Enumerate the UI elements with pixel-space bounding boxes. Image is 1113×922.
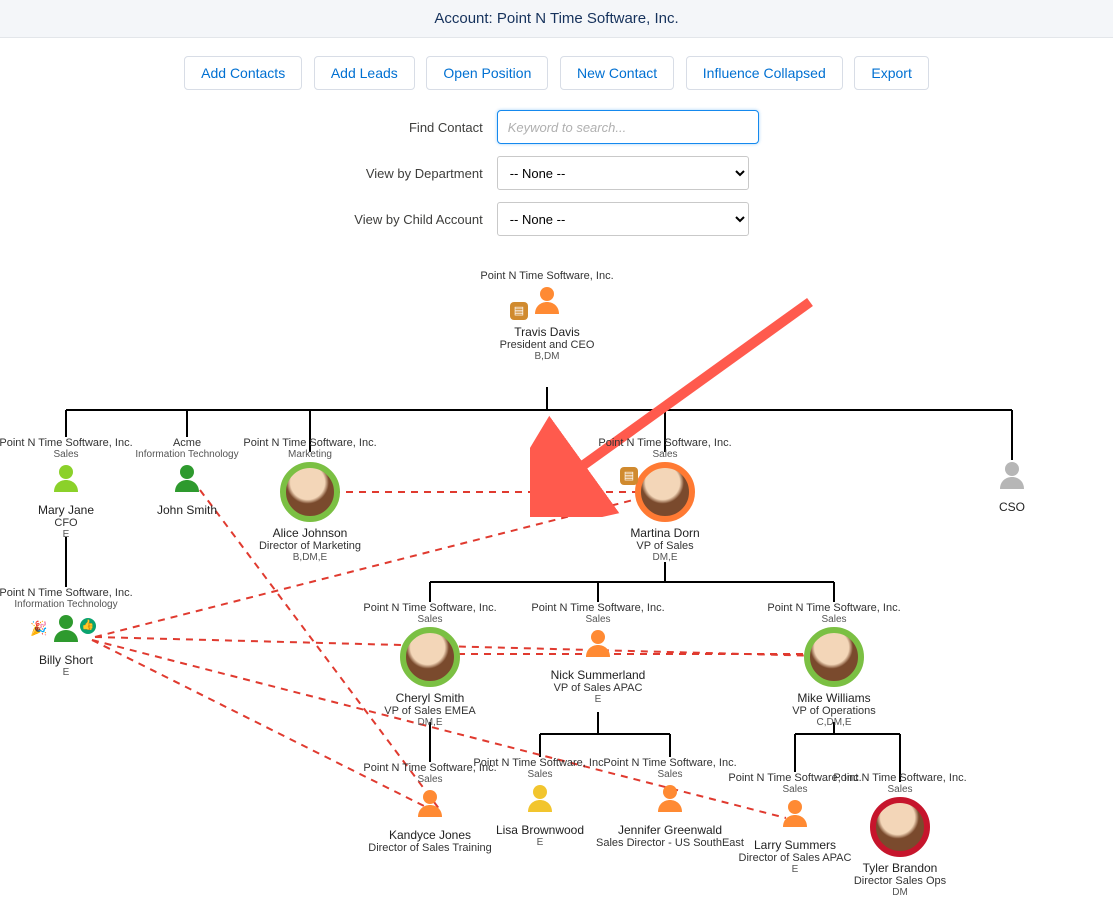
node-title: VP of Operations <box>759 705 909 717</box>
node-company: Point N Time Software, Inc. <box>0 587 141 599</box>
node-title: Director of Marketing <box>235 540 385 552</box>
node-billy-short[interactable]: Point N Time Software, Inc. Information … <box>0 587 141 678</box>
node-dept: Sales <box>465 769 615 780</box>
node-name: Cheryl Smith <box>355 691 505 705</box>
node-tags: DM <box>825 887 975 898</box>
node-tags: DM,E <box>355 717 505 728</box>
node-travis-davis[interactable]: Point N Time Software, Inc. ▤ Travis Dav… <box>472 270 622 362</box>
view-by-department-label: View by Department <box>354 150 496 196</box>
person-icon <box>50 612 82 644</box>
node-dept: Marketing <box>235 449 385 460</box>
node-name: Nick Summerland <box>523 668 673 682</box>
clipboard-icon: ▤ <box>510 302 528 320</box>
person-icon <box>414 787 446 819</box>
node-company: Point N Time Software, Inc. <box>825 772 975 784</box>
node-cheryl-smith[interactable]: Point N Time Software, Inc. Sales Cheryl… <box>355 602 505 728</box>
node-title: VP of Sales EMEA <box>355 705 505 717</box>
node-name: Billy Short <box>0 653 141 667</box>
avatar <box>280 462 340 522</box>
node-dept: Sales <box>825 784 975 795</box>
node-name: CSO <box>937 500 1087 514</box>
node-alice-johnson[interactable]: Point N Time Software, Inc. Marketing Al… <box>235 437 385 563</box>
node-title: VP of Sales APAC <box>523 682 673 694</box>
clipboard-icon: ▤ <box>620 467 638 485</box>
node-tags: E <box>523 694 673 705</box>
page-header: Account: Point N Time Software, Inc. <box>0 0 1113 38</box>
view-by-department-select[interactable]: -- None -- <box>497 156 749 190</box>
node-tyler-brandon[interactable]: Point N Time Software, Inc. Sales Tyler … <box>825 772 975 898</box>
node-tags: B,DM <box>472 351 622 362</box>
person-icon <box>531 284 563 316</box>
node-title: VP of Sales <box>590 540 740 552</box>
filters: Find Contact View by Department -- None … <box>354 104 758 242</box>
thumbs-up-icon: 👍 <box>80 618 96 634</box>
node-name: Tyler Brandon <box>825 861 975 875</box>
add-contacts-button[interactable]: Add Contacts <box>184 56 302 90</box>
node-dept: Information Technology <box>0 599 141 610</box>
avatar <box>804 627 864 687</box>
node-tags: E <box>0 667 141 678</box>
add-leads-button[interactable]: Add Leads <box>314 56 415 90</box>
node-title: CFO <box>0 517 141 529</box>
node-company: Point N Time Software, Inc. <box>595 757 745 769</box>
person-icon <box>50 462 82 494</box>
find-contact-label: Find Contact <box>354 104 496 150</box>
view-by-child-account-label: View by Child Account <box>354 196 496 242</box>
avatar <box>870 797 930 857</box>
person-icon <box>524 782 556 814</box>
node-company: Point N Time Software, Inc. <box>759 602 909 614</box>
export-button[interactable]: Export <box>854 56 928 90</box>
find-contact-input[interactable] <box>497 110 759 144</box>
person-icon <box>779 797 811 829</box>
person-icon <box>171 462 203 494</box>
person-icon <box>996 459 1028 491</box>
node-name: Travis Davis <box>472 325 622 339</box>
toolbar: Add Contacts Add Leads Open Position New… <box>0 38 1113 98</box>
node-martina-dorn[interactable]: Point N Time Software, Inc. Sales ▤ Mart… <box>590 437 740 563</box>
confetti-icon: 🎉 <box>30 620 47 637</box>
node-dept: Sales <box>355 614 505 625</box>
node-lisa-brownwood[interactable]: Point N Time Software, Inc. Sales Lisa B… <box>465 757 615 848</box>
node-company: Point N Time Software, Inc. <box>590 437 740 449</box>
avatar <box>635 462 695 522</box>
node-company: Point N Time Software, Inc. <box>523 602 673 614</box>
org-chart: Point N Time Software, Inc. ▤ Travis Dav… <box>0 242 1113 922</box>
avatar <box>400 627 460 687</box>
node-company: Point N Time Software, Inc. <box>472 270 622 282</box>
node-tags: C,DM,E <box>759 717 909 728</box>
node-name: Lisa Brownwood <box>465 823 615 837</box>
node-title: Director Sales Ops <box>825 875 975 887</box>
node-tags: DM,E <box>590 552 740 563</box>
node-tags: E <box>465 837 615 848</box>
node-dept: Sales <box>759 614 909 625</box>
node-name: Mike Williams <box>759 691 909 705</box>
node-tags: E <box>0 529 141 540</box>
influence-collapsed-button[interactable]: Influence Collapsed <box>686 56 843 90</box>
view-by-child-account-select[interactable]: -- None -- <box>497 202 749 236</box>
node-company: Point N Time Software, Inc. <box>355 602 505 614</box>
node-title: President and CEO <box>472 339 622 351</box>
node-mike-williams[interactable]: Point N Time Software, Inc. Sales Mike W… <box>759 602 909 728</box>
node-company: Point N Time Software, Inc. <box>465 757 615 769</box>
node-nick-summerland[interactable]: Point N Time Software, Inc. Sales Nick S… <box>523 602 673 705</box>
person-icon <box>582 627 614 659</box>
person-icon <box>654 782 686 814</box>
node-tags: B,DM,E <box>235 552 385 563</box>
page-title: Account: Point N Time Software, Inc. <box>434 10 678 27</box>
node-cso[interactable]: CSO <box>937 457 1087 514</box>
node-company: Point N Time Software, Inc. <box>235 437 385 449</box>
open-position-button[interactable]: Open Position <box>426 56 548 90</box>
node-name: Martina Dorn <box>590 526 740 540</box>
node-dept: Sales <box>590 449 740 460</box>
node-dept: Sales <box>523 614 673 625</box>
node-name: Alice Johnson <box>235 526 385 540</box>
new-contact-button[interactable]: New Contact <box>560 56 674 90</box>
